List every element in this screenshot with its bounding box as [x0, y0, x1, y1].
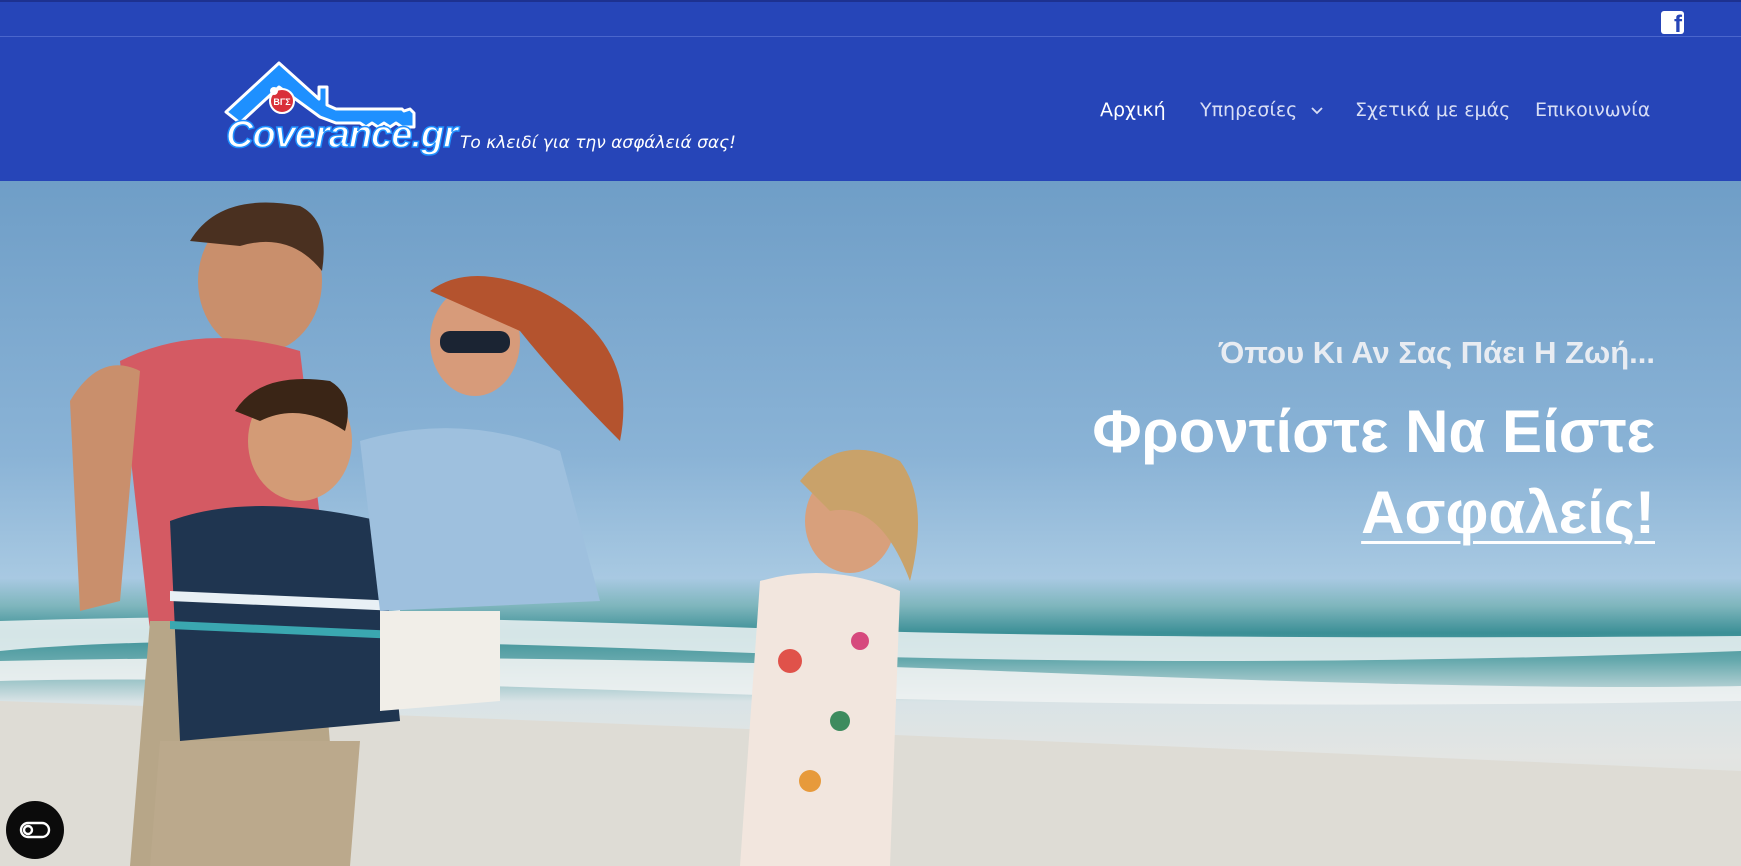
facebook-icon[interactable]: f	[1661, 11, 1684, 37]
main-nav: Αρχική Υπηρεσίες Σχετικά με εμάς Επικοιν…	[0, 99, 1741, 139]
hero-title-line2: Ασφαλείς!	[1361, 479, 1655, 546]
nav-item-services[interactable]: Υπηρεσίες	[1200, 99, 1323, 121]
chevron-down-icon	[1311, 106, 1323, 114]
top-bar: f	[0, 0, 1741, 37]
accessibility-button[interactable]	[6, 801, 64, 859]
hero-title-line1: Φροντίστε Να Είστε	[1092, 398, 1655, 465]
hero-banner: Όπου Κι Αν Σας Πάει Η Ζωή... Φροντίστε Ν…	[0, 181, 1741, 866]
accessibility-toggle-icon	[19, 821, 51, 839]
site-header: ΒΓΣ Coverance.gr Το κλειδί για την ασφάλ…	[0, 37, 1741, 181]
nav-item-home[interactable]: Αρχική	[1100, 99, 1166, 121]
nav-item-label: Σχετικά με εμάς	[1355, 99, 1511, 121]
hero-title: Φροντίστε Να Είστε Ασφαλείς!	[1092, 391, 1655, 553]
nav-item-about[interactable]: Σχετικά με εμάς	[1355, 99, 1510, 121]
nav-item-contact[interactable]: Επικοινωνία	[1535, 99, 1650, 121]
hero-subtitle: Όπου Κι Αν Σας Πάει Η Ζωή...	[1218, 335, 1655, 370]
nav-item-label: Επικοινωνία	[1535, 99, 1651, 121]
nav-item-label: Υπηρεσίες	[1200, 99, 1298, 121]
nav-item-label: Αρχική	[1100, 99, 1166, 121]
